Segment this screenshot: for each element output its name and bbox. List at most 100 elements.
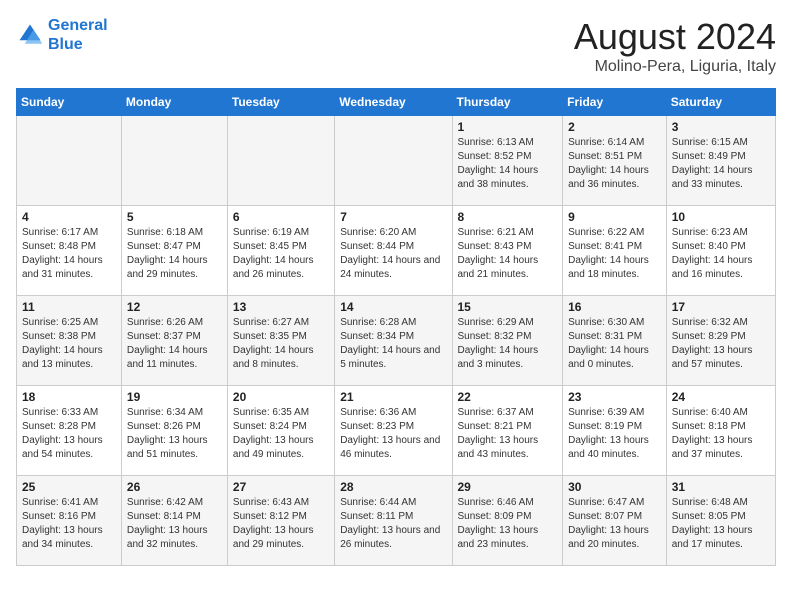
header-day: Monday (121, 89, 227, 116)
calendar-cell: 26 Sunrise: 6:42 AM Sunset: 8:14 PM Dayli… (121, 476, 227, 566)
day-number: 18 (22, 390, 116, 404)
header-day: Thursday (452, 89, 563, 116)
calendar-cell: 7 Sunrise: 6:20 AM Sunset: 8:44 PM Daylig… (335, 206, 452, 296)
day-info: Sunrise: 6:27 AM Sunset: 8:35 PM Dayligh… (233, 316, 329, 372)
calendar-cell: 10 Sunrise: 6:23 AM Sunset: 8:40 PM Dayli… (666, 206, 775, 296)
day-number: 5 (127, 210, 222, 224)
header-day: Tuesday (227, 89, 334, 116)
day-info: Sunrise: 6:17 AM Sunset: 8:48 PM Dayligh… (22, 226, 116, 282)
calendar-cell: 31 Sunrise: 6:48 AM Sunset: 8:05 PM Dayli… (666, 476, 775, 566)
day-info: Sunrise: 6:26 AM Sunset: 8:37 PM Dayligh… (127, 316, 222, 372)
day-number: 20 (233, 390, 329, 404)
day-number: 23 (568, 390, 661, 404)
day-number: 27 (233, 480, 329, 494)
day-number: 28 (340, 480, 446, 494)
calendar-cell: 17 Sunrise: 6:32 AM Sunset: 8:29 PM Dayli… (666, 296, 775, 386)
calendar-cell: 2 Sunrise: 6:14 AM Sunset: 8:51 PM Daylig… (563, 116, 667, 206)
main-title: August 2024 (574, 16, 776, 58)
day-info: Sunrise: 6:43 AM Sunset: 8:12 PM Dayligh… (233, 496, 329, 552)
day-number: 14 (340, 300, 446, 314)
calendar-cell: 13 Sunrise: 6:27 AM Sunset: 8:35 PM Dayli… (227, 296, 334, 386)
calendar-cell: 30Sunrise: 6:47 AM Sunset: 8:07 PM Dayli… (563, 476, 667, 566)
calendar-cell: 29Sunrise: 6:46 AM Sunset: 8:09 PM Dayli… (452, 476, 563, 566)
day-number: 15 (458, 300, 558, 314)
calendar-cell: 18 Sunrise: 6:33 AM Sunset: 8:28 PM Dayli… (17, 386, 122, 476)
day-info: Sunrise: 6:36 AM Sunset: 8:23 PM Dayligh… (340, 406, 446, 462)
calendar-cell: 21Sunrise: 6:36 AM Sunset: 8:23 PM Dayli… (335, 386, 452, 476)
calendar-cell: 16Sunrise: 6:30 AM Sunset: 8:31 PM Dayli… (563, 296, 667, 386)
day-info: Sunrise: 6:29 AM Sunset: 8:32 PM Dayligh… (458, 316, 558, 372)
header-day: Sunday (17, 89, 122, 116)
day-number: 9 (568, 210, 661, 224)
day-info: Sunrise: 6:30 AM Sunset: 8:31 PM Dayligh… (568, 316, 661, 372)
header-row: SundayMondayTuesdayWednesdayThursdayFrid… (17, 89, 776, 116)
calendar-cell: 15 Sunrise: 6:29 AM Sunset: 8:32 PM Dayli… (452, 296, 563, 386)
header-day: Saturday (666, 89, 775, 116)
day-number: 11 (22, 300, 116, 314)
day-number: 25 (22, 480, 116, 494)
calendar-cell: 4 Sunrise: 6:17 AM Sunset: 8:48 PM Daylig… (17, 206, 122, 296)
calendar-cell (227, 116, 334, 206)
day-number: 31 (672, 480, 770, 494)
calendar-cell: 8 Sunrise: 6:21 AM Sunset: 8:43 PM Daylig… (452, 206, 563, 296)
day-info: Sunrise: 6:25 AM Sunset: 8:38 PM Dayligh… (22, 316, 116, 372)
calendar-week-row: 4 Sunrise: 6:17 AM Sunset: 8:48 PM Daylig… (17, 206, 776, 296)
day-info: Sunrise: 6:41 AM Sunset: 8:16 PM Dayligh… (22, 496, 116, 552)
calendar-cell: 19Sunrise: 6:34 AM Sunset: 8:26 PM Dayli… (121, 386, 227, 476)
calendar-cell (121, 116, 227, 206)
logo-icon (16, 21, 44, 49)
day-info: Sunrise: 6:37 AM Sunset: 8:21 PM Dayligh… (458, 406, 558, 462)
calendar-week-row: 25 Sunrise: 6:41 AM Sunset: 8:16 PM Dayli… (17, 476, 776, 566)
calendar-cell: 28Sunrise: 6:44 AM Sunset: 8:11 PM Dayli… (335, 476, 452, 566)
calendar-cell: 12Sunrise: 6:26 AM Sunset: 8:37 PM Dayli… (121, 296, 227, 386)
day-info: Sunrise: 6:28 AM Sunset: 8:34 PM Dayligh… (340, 316, 446, 372)
header-day: Wednesday (335, 89, 452, 116)
page-header: General Blue August 2024 Molino-Pera, Li… (16, 16, 776, 76)
day-info: Sunrise: 6:23 AM Sunset: 8:40 PM Dayligh… (672, 226, 770, 282)
day-number: 26 (127, 480, 222, 494)
day-number: 17 (672, 300, 770, 314)
logo-text: General Blue (48, 16, 108, 54)
day-info: Sunrise: 6:22 AM Sunset: 8:41 PM Dayligh… (568, 226, 661, 282)
subtitle: Molino-Pera, Liguria, Italy (574, 58, 776, 76)
calendar-cell: 14 Sunrise: 6:28 AM Sunset: 8:34 PM Dayli… (335, 296, 452, 386)
day-info: Sunrise: 6:19 AM Sunset: 8:45 PM Dayligh… (233, 226, 329, 282)
day-number: 30 (568, 480, 661, 494)
day-info: Sunrise: 6:48 AM Sunset: 8:05 PM Dayligh… (672, 496, 770, 552)
day-info: Sunrise: 6:35 AM Sunset: 8:24 PM Dayligh… (233, 406, 329, 462)
day-info: Sunrise: 6:46 AM Sunset: 8:09 PM Dayligh… (458, 496, 558, 552)
day-info: Sunrise: 6:39 AM Sunset: 8:19 PM Dayligh… (568, 406, 661, 462)
calendar-cell: 3Sunrise: 6:15 AM Sunset: 8:49 PM Daylig… (666, 116, 775, 206)
day-info: Sunrise: 6:15 AM Sunset: 8:49 PM Dayligh… (672, 136, 770, 192)
calendar-week-row: 11 Sunrise: 6:25 AM Sunset: 8:38 PM Dayli… (17, 296, 776, 386)
calendar-week-row: 18 Sunrise: 6:33 AM Sunset: 8:28 PM Dayli… (17, 386, 776, 476)
day-info: Sunrise: 6:32 AM Sunset: 8:29 PM Dayligh… (672, 316, 770, 372)
day-number: 1 (458, 120, 558, 134)
calendar-cell: 20 Sunrise: 6:35 AM Sunset: 8:24 PM Dayli… (227, 386, 334, 476)
calendar-cell: 9 Sunrise: 6:22 AM Sunset: 8:41 PM Daylig… (563, 206, 667, 296)
day-info: Sunrise: 6:14 AM Sunset: 8:51 PM Dayligh… (568, 136, 661, 192)
calendar-cell: 24Sunrise: 6:40 AM Sunset: 8:18 PM Dayli… (666, 386, 775, 476)
day-info: Sunrise: 6:20 AM Sunset: 8:44 PM Dayligh… (340, 226, 446, 282)
logo: General Blue (16, 16, 108, 54)
calendar-cell: 22 Sunrise: 6:37 AM Sunset: 8:21 PM Dayli… (452, 386, 563, 476)
day-info: Sunrise: 6:18 AM Sunset: 8:47 PM Dayligh… (127, 226, 222, 282)
day-info: Sunrise: 6:13 AM Sunset: 8:52 PM Dayligh… (458, 136, 558, 192)
calendar-cell: 23 Sunrise: 6:39 AM Sunset: 8:19 PM Dayli… (563, 386, 667, 476)
day-info: Sunrise: 6:42 AM Sunset: 8:14 PM Dayligh… (127, 496, 222, 552)
calendar-week-row: 1 Sunrise: 6:13 AM Sunset: 8:52 PM Daylig… (17, 116, 776, 206)
calendar-table: SundayMondayTuesdayWednesdayThursdayFrid… (16, 88, 776, 566)
day-number: 7 (340, 210, 446, 224)
calendar-cell: 1 Sunrise: 6:13 AM Sunset: 8:52 PM Daylig… (452, 116, 563, 206)
day-info: Sunrise: 6:33 AM Sunset: 8:28 PM Dayligh… (22, 406, 116, 462)
calendar-cell: 6Sunrise: 6:19 AM Sunset: 8:45 PM Daylig… (227, 206, 334, 296)
day-info: Sunrise: 6:21 AM Sunset: 8:43 PM Dayligh… (458, 226, 558, 282)
day-number: 13 (233, 300, 329, 314)
day-number: 10 (672, 210, 770, 224)
calendar-cell: 5 Sunrise: 6:18 AM Sunset: 8:47 PM Daylig… (121, 206, 227, 296)
day-number: 2 (568, 120, 661, 134)
day-number: 4 (22, 210, 116, 224)
day-number: 8 (458, 210, 558, 224)
day-number: 22 (458, 390, 558, 404)
calendar-cell: 27 Sunrise: 6:43 AM Sunset: 8:12 PM Dayli… (227, 476, 334, 566)
